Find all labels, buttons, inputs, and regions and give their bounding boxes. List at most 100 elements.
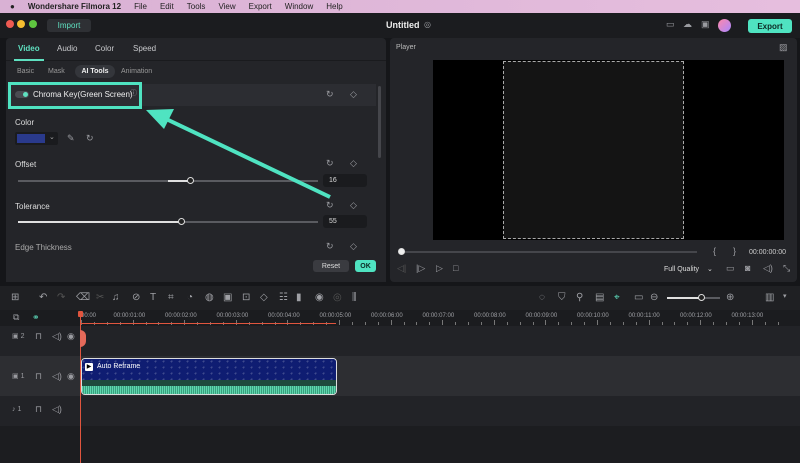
cut-icon[interactable]: ✂ — [96, 292, 104, 303]
redo-icon[interactable]: ↷ — [57, 292, 65, 303]
freeze-icon[interactable]: ▮ — [296, 292, 302, 303]
timeline-zoom-knob[interactable] — [698, 294, 705, 301]
adjust-icon[interactable]: ☷ — [279, 292, 288, 303]
reset-button[interactable]: Reset — [313, 260, 349, 272]
speed-icon[interactable]: ◔ — [187, 292, 193, 303]
menu-help[interactable]: Help — [326, 2, 342, 11]
close-window-button[interactable] — [6, 20, 14, 28]
undo-icon[interactable]: ↶ — [39, 292, 47, 303]
subtitle-icon[interactable]: ▭ — [634, 292, 643, 303]
camera-icon[interactable]: ◙ — [745, 264, 750, 273]
tag-icon[interactable]: ⊘ — [132, 292, 140, 303]
zoom-in-icon[interactable]: ⊕ — [726, 292, 734, 303]
eye-icon[interactable]: ◉ — [67, 372, 75, 381]
subtab-mask[interactable]: Mask — [48, 68, 65, 75]
eye-icon[interactable]: ◉ — [67, 332, 75, 341]
lock-icon[interactable]: ⊓ — [35, 405, 42, 414]
voiceover-icon[interactable]: ▤ — [595, 292, 604, 303]
eyedropper-icon[interactable]: ✎ — [67, 134, 75, 143]
maximize-window-button[interactable] — [29, 20, 37, 28]
prev-frame-icon[interactable]: ◁| — [397, 264, 406, 273]
playback-scrubber[interactable] — [401, 251, 697, 253]
playhead-handle[interactable] — [78, 311, 83, 317]
stabilize-icon[interactable]: ◎ — [333, 292, 342, 303]
volume-icon[interactable]: ◁) — [763, 264, 773, 273]
avatar[interactable] — [718, 19, 731, 32]
mute-icon[interactable]: ◁) — [52, 332, 62, 341]
audio-icon[interactable]: ♫ — [112, 292, 120, 303]
chroma-key-toggle[interactable] — [15, 91, 29, 98]
layout-icon[interactable]: ▭ — [666, 20, 675, 29]
tab-video[interactable]: Video — [18, 44, 40, 53]
offset-keyframe-icon[interactable]: ◇ — [350, 159, 357, 168]
track-layout-icon[interactable]: ▥ — [765, 292, 774, 303]
edge-keyframe-icon[interactable]: ◇ — [350, 242, 357, 251]
crop-icon[interactable]: ⌗ — [168, 292, 174, 303]
cloud-icon[interactable]: ☁ — [683, 20, 692, 29]
text-icon[interactable]: T — [150, 292, 156, 303]
tab-speed[interactable]: Speed — [133, 44, 156, 53]
notification-icon[interactable]: ▣ — [701, 20, 710, 29]
export-button[interactable]: Export — [748, 19, 792, 33]
tab-color[interactable]: Color — [95, 44, 114, 53]
menu-view[interactable]: View — [218, 2, 235, 11]
snapshot-view-icon[interactable]: ▨ — [779, 43, 788, 52]
color-picker[interactable]: ⌄ — [15, 132, 58, 145]
menu-app[interactable]: Wondershare Filmora 12 — [28, 2, 121, 11]
mute-icon[interactable]: ◁) — [52, 372, 62, 381]
subtab-basic[interactable]: Basic — [17, 68, 34, 75]
color-palette-icon[interactable]: ◍ — [205, 292, 214, 303]
tolerance-input[interactable]: 55 — [323, 215, 367, 228]
render-icon[interactable]: ◌ — [539, 292, 545, 303]
color-reset-icon[interactable]: ↻ — [86, 134, 94, 143]
menu-file[interactable]: File — [134, 2, 147, 11]
tab-audio[interactable]: Audio — [57, 44, 77, 53]
video-clip[interactable]: ▶ Auto Reframe — [81, 358, 337, 395]
import-button[interactable]: Import — [47, 19, 91, 32]
ai-icon[interactable]: ◉ — [315, 292, 324, 303]
layout-grid-icon[interactable]: ⊞ — [11, 292, 19, 303]
display-icon[interactable]: ▭ — [726, 264, 735, 273]
snap-icon[interactable]: ⌖ — [614, 292, 620, 303]
ok-button[interactable]: OK — [355, 260, 376, 272]
minimize-window-button[interactable] — [17, 20, 25, 28]
marker-icon[interactable]: ⛉ — [558, 292, 566, 303]
subtab-animation[interactable]: Animation — [121, 68, 152, 75]
tolerance-keyframe-icon[interactable]: ◇ — [350, 201, 357, 210]
delete-icon[interactable]: ⌫ — [76, 292, 90, 303]
menu-edit[interactable]: Edit — [160, 2, 174, 11]
keyframe-icon[interactable]: ◇ — [350, 90, 357, 99]
quality-select[interactable]: Full Quality ⌄ — [664, 265, 713, 273]
stop-icon[interactable]: □ — [453, 264, 458, 273]
mute-icon[interactable]: ◁) — [52, 405, 62, 414]
menu-window[interactable]: Window — [285, 2, 313, 11]
split-audio-icon[interactable]: ⫼ — [352, 292, 357, 303]
reset-icon[interactable]: ↻ — [326, 90, 334, 99]
ruler-tick — [648, 320, 650, 325]
preview-frame[interactable] — [503, 61, 684, 239]
mark-out-icon[interactable]: } — [733, 247, 736, 256]
play-icon[interactable]: ▷ — [436, 264, 443, 273]
link-icon[interactable]: ⚭ — [32, 313, 40, 322]
chevron-down-icon[interactable]: ▾ — [783, 292, 787, 300]
info-icon[interactable]: ⓘ — [130, 90, 137, 97]
zoom-out-icon[interactable]: ⊖ — [650, 292, 658, 303]
edge-reset-icon[interactable]: ↻ — [326, 242, 334, 251]
microphone-icon[interactable]: ⚲ — [576, 292, 583, 303]
apple-icon[interactable]: ● — [10, 2, 15, 11]
lock-icon[interactable]: ⊓ — [35, 372, 42, 381]
menu-tools[interactable]: Tools — [187, 2, 206, 11]
next-frame-icon[interactable]: |▷ — [416, 264, 425, 273]
subtab-ai-tools[interactable]: AI Tools — [75, 65, 115, 78]
panel-scrollbar[interactable] — [378, 86, 381, 158]
fullscreen-icon[interactable]: ⤡ — [783, 264, 790, 273]
green-screen-icon[interactable]: ▣ — [223, 292, 232, 303]
lock-icon[interactable]: ⊓ — [35, 332, 42, 341]
menu-export[interactable]: Export — [249, 2, 272, 11]
mark-in-icon[interactable]: { — [713, 247, 716, 256]
add-track-icon[interactable]: ⧉ — [13, 313, 19, 322]
motion-track-icon[interactable]: ⊡ — [242, 292, 250, 303]
mask-icon[interactable]: ◇ — [260, 292, 268, 303]
tolerance-slider-knob[interactable] — [178, 218, 185, 225]
scrubber-knob[interactable] — [398, 248, 405, 255]
